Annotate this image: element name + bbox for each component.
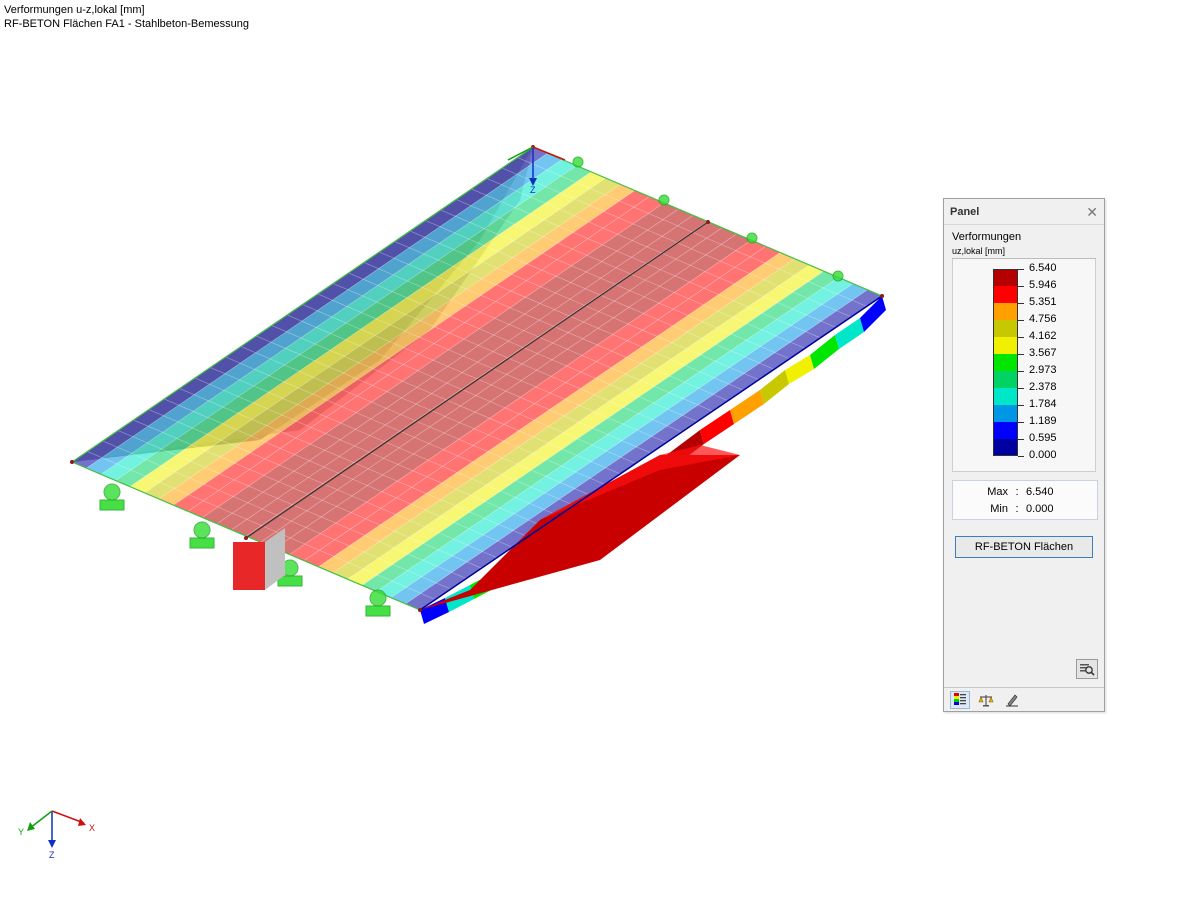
max-row: Max : 6.540: [953, 483, 1097, 500]
result-component-label: uz,lokal [mm]: [952, 246, 1096, 259]
legend-swatch: [993, 320, 1018, 337]
results-panel: Panel ✕ Verformungen uz,lokal [mm] 6.540…: [943, 198, 1105, 712]
color-scale-icon[interactable]: [950, 690, 970, 709]
legend-entry: 6.540: [993, 262, 1057, 286]
deformation-color-bands: [72, 147, 886, 624]
min-row: Min : 0.000: [953, 500, 1097, 517]
legend-value: 2.378: [1029, 381, 1057, 393]
legend-value: 1.784: [1029, 398, 1057, 410]
legend-value: 5.351: [1029, 296, 1057, 308]
result-type-title: Verformungen: [952, 231, 1022, 243]
max-value: 6.540: [1026, 485, 1054, 498]
legend-entry: 5.351: [993, 296, 1057, 320]
legend-entry: 3.567: [993, 347, 1057, 371]
legend-entry: 2.378: [993, 381, 1057, 405]
min-max-box: Max : 6.540 Min : 0.000: [952, 480, 1098, 520]
legend-section: Verformungen uz,lokal [mm]: [944, 225, 1104, 259]
legend-value: 4.756: [1029, 313, 1057, 325]
legend-entry: 4.756: [993, 313, 1057, 337]
min-label: Min: [990, 502, 1008, 515]
global-axis-icon: X Y Z: [18, 810, 95, 860]
legend-entry: 1.189: [993, 415, 1057, 439]
min-value: 0.000: [1026, 502, 1054, 515]
local-z-label: Z: [530, 185, 536, 195]
legend-value: 1.189: [1029, 415, 1057, 427]
max-label: Max: [987, 485, 1008, 498]
legend-swatch: [993, 269, 1018, 286]
balance-icon[interactable]: [976, 691, 996, 709]
legend-value: 5.946: [1029, 279, 1057, 291]
legend-swatch: [993, 286, 1018, 303]
legend-swatch: [993, 303, 1018, 320]
panel-header: Panel ✕: [944, 199, 1104, 225]
panel-title: Panel: [950, 205, 980, 218]
rf-beton-flaechen-button[interactable]: RF-BETON Flächen: [955, 536, 1093, 558]
view-title-line1: Verformungen u-z,lokal [mm]: [4, 4, 145, 16]
close-icon[interactable]: ✕: [1086, 205, 1098, 219]
zoom-legend-button[interactable]: [1076, 659, 1098, 679]
legend-swatch: [993, 422, 1018, 439]
legend-value: 0.000: [1029, 449, 1057, 461]
pencil-icon[interactable]: [1002, 691, 1022, 709]
legend-value: 6.540: [1029, 262, 1057, 274]
legend-swatch: [993, 388, 1018, 405]
z-axis-label: Z: [49, 850, 55, 860]
magnifier-icon: [1080, 664, 1095, 676]
x-axis-label: X: [89, 823, 95, 833]
view-title: Verformungen u-z,lokal [mm] RF-BETON Flä…: [4, 3, 249, 31]
legend-value: 2.973: [1029, 364, 1057, 376]
legend-value: 3.567: [1029, 347, 1057, 359]
panel-toolbar: [944, 687, 1104, 711]
y-axis-label: Y: [18, 827, 24, 837]
legend-entry: 1.784: [993, 398, 1057, 422]
color-legend: 6.540 5.946 5.351 4.756 4.162 3.567 2.973 2.378…: [952, 259, 1096, 472]
legend-swatch: [993, 354, 1018, 371]
legend-swatch: [993, 405, 1018, 422]
view-title-line2: RF-BETON Flächen FA1 - Stahlbeton-Bemess…: [4, 18, 249, 30]
legend-value: 0.595: [1029, 432, 1057, 444]
legend-entry: 4.162: [993, 330, 1057, 354]
legend-entry: 0.595: [993, 432, 1057, 456]
legend-value: 4.162: [1029, 330, 1057, 342]
legend-entry: 0.000: [993, 449, 1057, 473]
legend-entry: 2.973: [993, 364, 1057, 388]
legend-swatch: [993, 337, 1018, 354]
legend-swatch: [993, 371, 1018, 388]
legend-swatch: [993, 439, 1018, 456]
legend-entry: 5.946: [993, 279, 1057, 303]
